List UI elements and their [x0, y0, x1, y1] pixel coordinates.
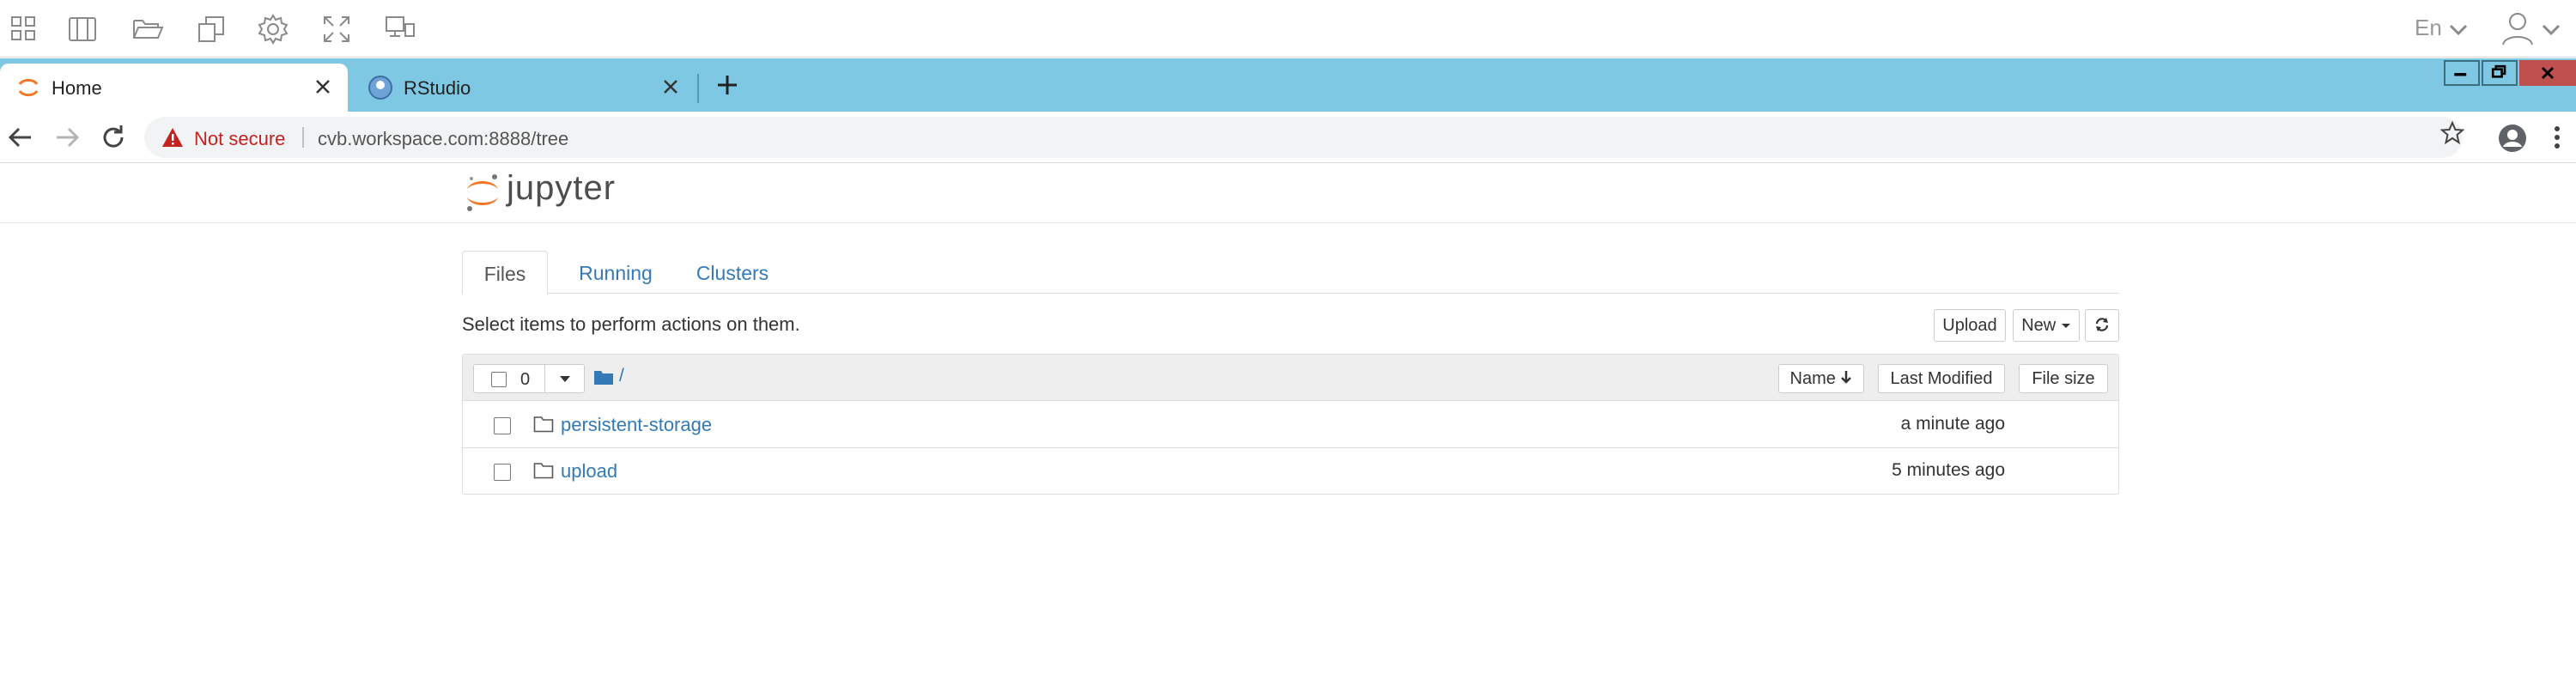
reload-icon[interactable]	[98, 122, 129, 153]
url-omnibox[interactable]: Not secure cvb.workspace.com:8888/tree	[144, 117, 2463, 158]
minimize-window-button[interactable]	[2444, 60, 2480, 86]
display-icon[interactable]	[383, 12, 417, 46]
selection-dropdown-toggle[interactable]	[544, 365, 584, 392]
new-button-label: New	[2021, 316, 2057, 335]
folder-icon[interactable]	[593, 368, 614, 386]
file-name-link[interactable]: persistent-storage	[561, 414, 712, 436]
browser-address-bar: Not secure cvb.workspace.com:8888/tree	[0, 112, 2576, 163]
restore-window-button[interactable]	[2482, 60, 2518, 86]
url-text[interactable]: cvb.workspace.com:8888/tree	[318, 128, 568, 150]
tab-files[interactable]: Files	[462, 251, 548, 294]
file-row[interactable]: upload 5 minutes ago	[463, 448, 2118, 495]
row-checkbox[interactable]	[494, 464, 511, 481]
folder-icon	[533, 461, 554, 480]
omnibox-divider	[302, 127, 304, 148]
sort-by-name-button[interactable]: Name	[1778, 364, 1864, 393]
remote-desktop-toolbar: En	[0, 0, 2576, 58]
jupyter-logo-icon[interactable]	[465, 172, 501, 215]
caret-down-icon	[2061, 316, 2071, 335]
folder-icon	[533, 415, 554, 434]
jupyter-logo-text[interactable]: jupyter	[507, 169, 616, 208]
chevron-down-icon[interactable]	[2445, 17, 2471, 43]
sort-name-label: Name	[1789, 369, 1836, 388]
close-tab-icon[interactable]	[659, 76, 682, 98]
select-hint-text: Select items to perform actions on them.	[462, 313, 800, 335]
settings-gear-icon[interactable]	[256, 12, 290, 46]
tab-title: Home	[52, 77, 102, 99]
profile-avatar-icon[interactable]	[2497, 123, 2528, 154]
browser-tab-rstudio[interactable]: RStudio	[352, 64, 696, 112]
select-all-control[interactable]: 0	[473, 364, 585, 393]
tab-title: RStudio	[404, 77, 471, 99]
split-panel-icon[interactable]	[65, 12, 100, 46]
warning-triangle-icon[interactable]	[161, 126, 184, 149]
bookmark-star-icon[interactable]	[2439, 120, 2465, 145]
upload-button[interactable]: Upload	[1934, 309, 2006, 342]
refresh-button[interactable]	[2085, 309, 2119, 342]
new-tab-icon[interactable]	[713, 70, 742, 100]
tab-separator	[697, 74, 699, 103]
fullscreen-icon[interactable]	[319, 12, 354, 46]
folder-open-icon[interactable]	[131, 12, 165, 46]
file-modified-time: 5 minutes ago	[1892, 460, 2005, 480]
language-indicator[interactable]: En	[2415, 15, 2442, 41]
file-row[interactable]: persistent-storage a minute ago	[463, 402, 2118, 448]
file-list: 0 / Name Last Modified File size persist…	[462, 354, 2119, 495]
jupyter-tab-bar: Files Running Clusters	[462, 251, 2119, 294]
refresh-icon	[2093, 318, 2111, 337]
forward-arrow-icon[interactable]	[52, 122, 82, 153]
rstudio-favicon-icon	[368, 75, 393, 100]
sort-by-file-size-button[interactable]: File size	[2019, 364, 2108, 393]
back-arrow-icon[interactable]	[5, 122, 36, 153]
chevron-down-icon[interactable]	[2538, 17, 2564, 43]
selected-count: 0	[520, 370, 531, 389]
row-checkbox[interactable]	[494, 417, 511, 434]
tab-clusters[interactable]: Clusters	[685, 251, 780, 294]
jupyter-header: jupyter	[0, 163, 2576, 223]
copy-icon[interactable]	[194, 12, 228, 46]
not-secure-label[interactable]: Not secure	[194, 128, 285, 150]
close-window-button[interactable]	[2519, 60, 2576, 86]
new-dropdown-button[interactable]: New	[2013, 309, 2080, 342]
file-name-link[interactable]: upload	[561, 460, 617, 483]
user-account-icon[interactable]	[2500, 10, 2535, 46]
file-modified-time: a minute ago	[1900, 414, 2005, 434]
select-all-checkbox[interactable]	[491, 372, 507, 387]
kebab-menu-icon[interactable]	[2550, 124, 2564, 151]
apps-grid-icon[interactable]	[7, 12, 41, 46]
sort-by-last-modified-button[interactable]: Last Modified	[1878, 364, 2005, 393]
close-tab-icon[interactable]	[312, 76, 334, 98]
arrow-down-icon	[1840, 369, 1852, 388]
breadcrumb-root[interactable]: /	[619, 366, 624, 386]
tab-running[interactable]: Running	[568, 251, 663, 294]
jupyter-favicon-icon	[15, 75, 41, 100]
browser-tab-strip: Home RStudio	[0, 58, 2576, 112]
browser-tab-home[interactable]: Home	[0, 64, 348, 112]
file-list-header: 0 / Name Last Modified File size	[463, 355, 2118, 401]
